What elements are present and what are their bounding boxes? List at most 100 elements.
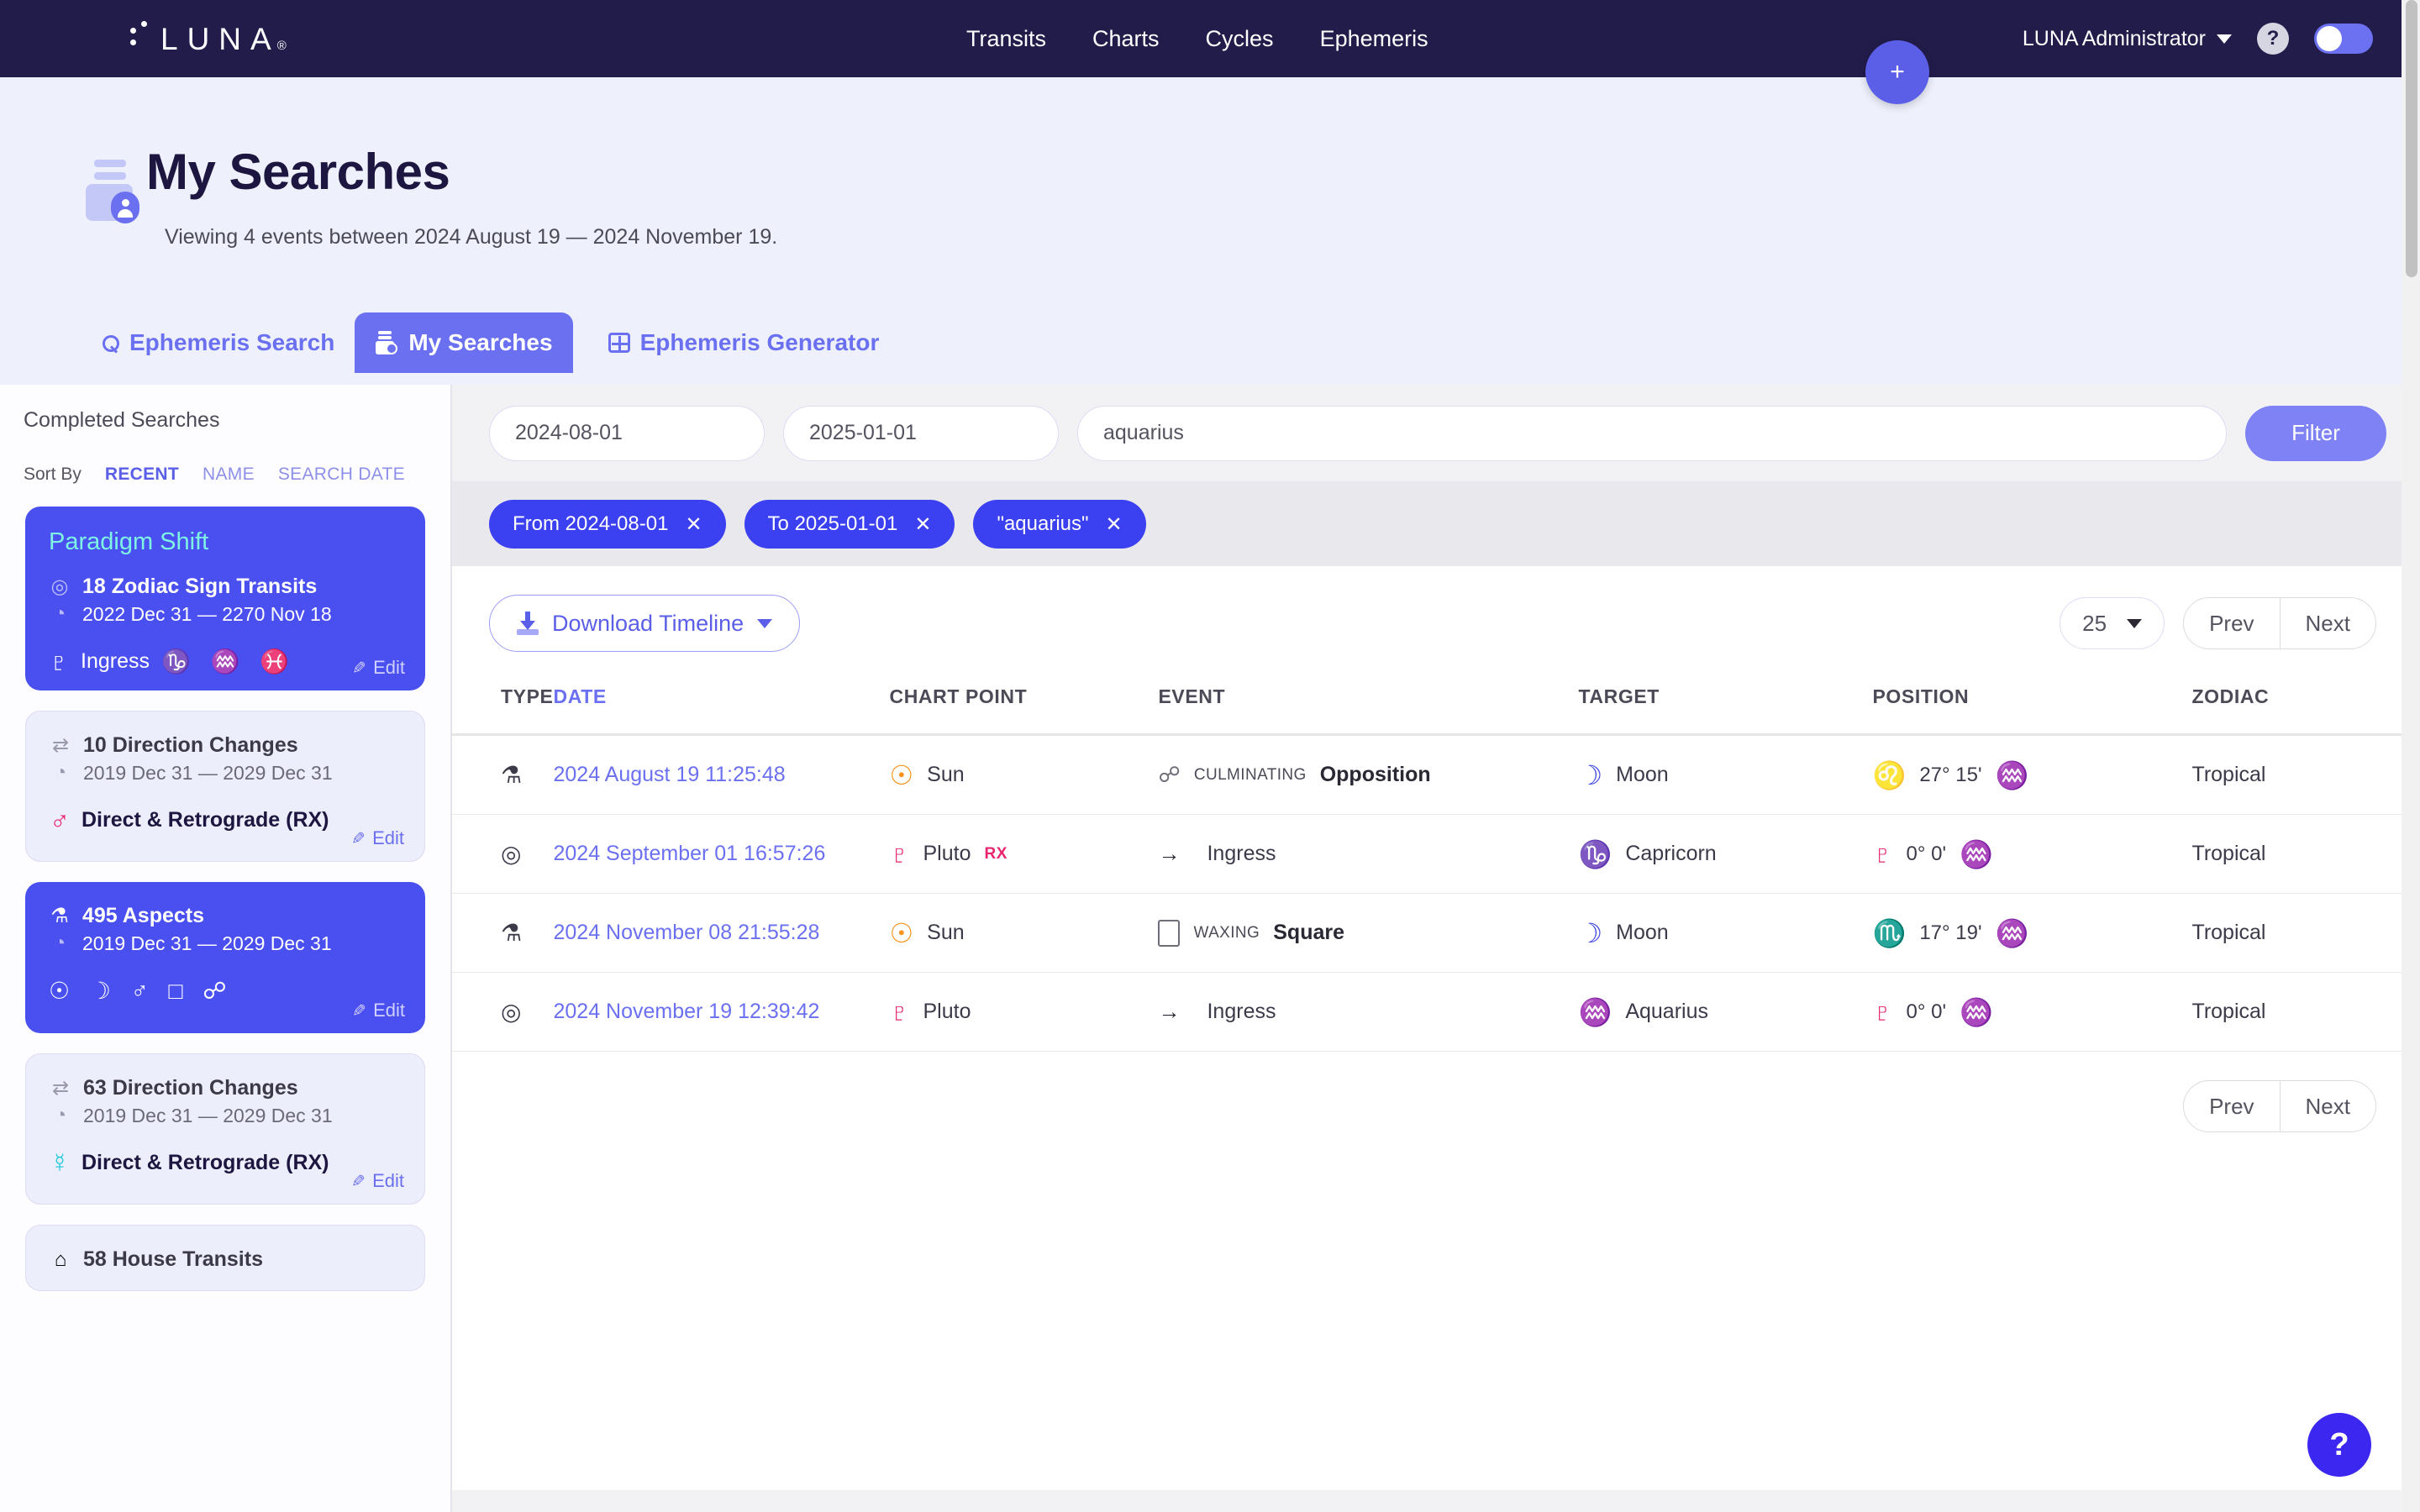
next-button[interactable]: Next bbox=[2279, 598, 2375, 648]
scorpio-glyph-icon: ♏ bbox=[1872, 917, 1907, 948]
scrollbar-thumb[interactable] bbox=[2406, 0, 2417, 277]
prev-next-group: Prev Next bbox=[2183, 597, 2376, 649]
archive-icon bbox=[375, 331, 398, 354]
nav-link-transits[interactable]: Transits bbox=[966, 26, 1046, 52]
nav-link-ephemeris[interactable]: Ephemeris bbox=[1320, 26, 1428, 52]
user-menu-label: LUNA Administrator bbox=[2022, 26, 2206, 50]
card-edit-button[interactable]: ✎ Edit bbox=[352, 657, 405, 679]
filter-chip-query[interactable]: "aquarius" ✕ bbox=[973, 500, 1146, 549]
pencil-icon: ✎ bbox=[351, 1172, 366, 1191]
page-scrollbar[interactable] bbox=[2402, 0, 2420, 1512]
row-date-link[interactable]: 2024 November 19 12:39:42 bbox=[553, 1000, 819, 1023]
saved-search-card[interactable]: ⚗ 495 Aspects ◔ 2019 Dec 31 — 2029 Dec 3… bbox=[25, 882, 425, 1033]
nav-link-cycles[interactable]: Cycles bbox=[1206, 26, 1274, 52]
table-head: TYPE DATE CHART POINT EVENT TARGET POSIT… bbox=[452, 674, 2420, 736]
compass-icon: ⚗ bbox=[501, 920, 523, 946]
saved-search-card[interactable]: ⇄ 10 Direction Changes ◔ 2019 Dec 31 — 2… bbox=[25, 711, 425, 862]
add-search-button[interactable]: + bbox=[1865, 40, 1929, 104]
active-filter-chips: From 2024-08-01 ✕ To 2025-01-01 ✕ "aquar… bbox=[452, 482, 2420, 566]
saved-search-card[interactable]: ⇄ 63 Direction Changes ◔ 2019 Dec 31 — 2… bbox=[25, 1053, 425, 1205]
pencil-icon: ✎ bbox=[351, 829, 366, 848]
column-header-date[interactable]: DATE bbox=[553, 674, 890, 736]
sidebar-title: Completed Searches bbox=[24, 408, 220, 432]
page-size-select[interactable]: 25 bbox=[2060, 597, 2165, 649]
page-title: My Searches bbox=[146, 144, 450, 200]
brand-logo[interactable]: LUNA ® bbox=[130, 20, 287, 57]
sort-by-label: Sort By bbox=[24, 465, 82, 484]
theme-toggle[interactable] bbox=[2314, 24, 2373, 54]
card-count-row: ◎ 18 Zodiac Sign Transits bbox=[49, 575, 402, 599]
card-title: Paradigm Shift bbox=[49, 528, 209, 555]
orbit-icon: ◎ bbox=[50, 575, 69, 598]
card-dates-row: ◔ 2019 Dec 31 — 2029 Dec 31 bbox=[49, 932, 402, 955]
card-event-type: Direct & Retrograde (RX) bbox=[82, 1150, 329, 1174]
saved-search-card[interactable]: ⌂ 58 House Transits bbox=[25, 1225, 425, 1291]
chip-label: "aquarius" bbox=[997, 512, 1089, 535]
date-from-input[interactable]: 2024-08-01 bbox=[489, 405, 765, 461]
close-icon[interactable]: ✕ bbox=[914, 512, 931, 537]
row-date-link[interactable]: 2024 August 19 11:25:48 bbox=[553, 763, 785, 786]
download-timeline-button[interactable]: Download Timeline bbox=[489, 595, 801, 652]
saved-search-card[interactable]: Paradigm Shift ◎ 18 Zodiac Sign Transits… bbox=[25, 507, 425, 690]
sort-option-name[interactable]: NAME bbox=[203, 465, 255, 485]
swap-icon: ⇄ bbox=[51, 734, 70, 757]
user-menu[interactable]: LUNA Administrator bbox=[2023, 27, 2232, 51]
tab-my-searches[interactable]: My Searches bbox=[355, 312, 573, 373]
table-toolbar: Download Timeline 25 Prev Next bbox=[452, 566, 2420, 674]
filter-button[interactable]: Filter bbox=[2245, 405, 2386, 461]
row-event-prefix: CULMINATING bbox=[1193, 765, 1307, 784]
plus-icon: + bbox=[1890, 58, 1905, 86]
my-searches-icon bbox=[82, 158, 139, 223]
row-chart-point: Sun bbox=[927, 763, 965, 786]
row-date-link[interactable]: 2024 November 08 21:55:28 bbox=[553, 921, 819, 944]
orbit-icon: ◎ bbox=[501, 841, 522, 867]
date-to-input[interactable]: 2025-01-01 bbox=[783, 405, 1059, 461]
column-header-event: EVENT bbox=[1158, 674, 1579, 736]
table-header-row: TYPE DATE CHART POINT EVENT TARGET POSIT… bbox=[452, 674, 2420, 736]
row-zodiac: Tropical bbox=[2191, 921, 2266, 944]
row-zodiac: Tropical bbox=[2191, 1000, 2266, 1023]
card-edit-button[interactable]: ✎ Edit bbox=[351, 1170, 404, 1192]
results-panel: Download Timeline 25 Prev Next TYPE DATE… bbox=[452, 566, 2420, 1490]
table-row[interactable]: ◎ 2024 September 01 16:57:26 ♇ Pluto RX bbox=[452, 814, 2420, 894]
sort-option-search-date[interactable]: SEARCH DATE bbox=[278, 465, 405, 485]
row-date-link[interactable]: 2024 September 01 16:57:26 bbox=[553, 842, 825, 865]
prev-button[interactable]: Prev bbox=[2184, 598, 2279, 648]
next-button[interactable]: Next bbox=[2279, 1081, 2375, 1131]
brand-registered-mark: ® bbox=[276, 38, 287, 53]
tab-ephemeris-search[interactable]: Ephemeris Search bbox=[82, 312, 355, 373]
clock-icon: ◔ bbox=[53, 602, 66, 625]
top-navigation-bar: LUNA ® Transits Charts Cycles Ephemeris … bbox=[0, 0, 2420, 77]
column-header-target: TARGET bbox=[1578, 674, 1873, 736]
card-edit-button[interactable]: ✎ Edit bbox=[352, 1000, 405, 1021]
table-row[interactable]: ⚗ 2024 August 19 11:25:48 ☉ Sun ☍ CULMIN… bbox=[452, 734, 2420, 815]
download-label: Download Timeline bbox=[552, 610, 744, 636]
edit-label: Edit bbox=[373, 1000, 405, 1021]
help-icon[interactable]: ? bbox=[2257, 23, 2289, 55]
row-chart-point: Pluto bbox=[923, 842, 971, 865]
filter-chip-to[interactable]: To 2025-01-01 ✕ bbox=[744, 500, 955, 549]
retrograde-badge: RX bbox=[984, 844, 1007, 863]
table-row[interactable]: ⚗ 2024 November 08 21:55:28 ☉ Sun WAXING… bbox=[452, 893, 2420, 973]
edit-label: Edit bbox=[372, 827, 404, 848]
filter-chip-from[interactable]: From 2024-08-01 ✕ bbox=[489, 500, 726, 549]
row-target: Moon bbox=[1616, 921, 1669, 944]
primary-nav-links: Transits Charts Cycles Ephemeris bbox=[966, 0, 1428, 77]
close-icon[interactable]: ✕ bbox=[685, 512, 702, 537]
aquarius-glyph-icon: ♒ bbox=[1995, 759, 2029, 790]
search-input[interactable]: aquarius bbox=[1077, 405, 2227, 461]
page-header: My Searches Viewing 4 events between 202… bbox=[0, 77, 2420, 249]
table-row[interactable]: ◎ 2024 November 19 12:39:42 ♇ Pluto → In… bbox=[452, 972, 2420, 1052]
page-subtitle: Viewing 4 events between 2024 August 19 … bbox=[165, 225, 778, 249]
chip-label: From 2024-08-01 bbox=[513, 512, 669, 535]
close-icon[interactable]: ✕ bbox=[1106, 512, 1123, 537]
pluto-glyph-icon: ♇ bbox=[49, 646, 69, 677]
help-fab-button[interactable]: ? bbox=[2307, 1413, 2371, 1477]
capricorn-glyph-icon: ♑ bbox=[1578, 838, 1612, 869]
sort-option-recent[interactable]: RECENT bbox=[105, 465, 179, 485]
card-edit-button[interactable]: ✎ Edit bbox=[351, 827, 404, 849]
card-count-label: 495 Aspects bbox=[82, 904, 204, 927]
nav-link-charts[interactable]: Charts bbox=[1092, 26, 1160, 52]
tab-ephemeris-generator[interactable]: Ephemeris Generator bbox=[588, 312, 900, 373]
prev-button[interactable]: Prev bbox=[2184, 1081, 2279, 1131]
